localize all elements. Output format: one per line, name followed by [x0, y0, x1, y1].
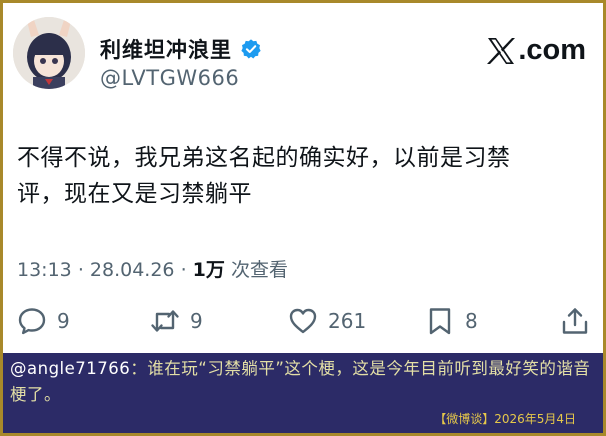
tweet-line: 评，现在又是习禁躺平 [17, 181, 252, 207]
name-row: 利维坦冲浪里 [100, 34, 262, 64]
user-handle[interactable]: @LVTGW666 [100, 66, 239, 90]
tweet-text: 不得不说，我兄弟这名起的确实好，以前是习禁 评，现在又是习禁躺平 [17, 140, 592, 212]
reply-button[interactable]: 9 [17, 306, 70, 336]
tweet-time[interactable]: 13:13 [17, 259, 72, 281]
repost-button[interactable]: 9 [150, 306, 203, 336]
avatar[interactable] [13, 17, 85, 89]
repost-icon [151, 310, 179, 332]
reply-icon [18, 308, 46, 335]
verified-badge-icon [241, 39, 261, 59]
avatar-image [13, 17, 85, 89]
brand-text: .com [518, 34, 586, 66]
action-bar: 9 9 261 8 [17, 306, 592, 336]
bookmark-count: 8 [465, 309, 478, 333]
tweet-meta: 13:13 · 28.04.26 · 1万 次查看 [17, 255, 288, 282]
x-logo-icon [487, 37, 516, 64]
tweet-line: 不得不说，我兄弟这名起的确实好，以前是习禁 [17, 145, 511, 171]
footer-tag: 【微博谈】2026年5月4日 [434, 412, 576, 426]
bookmark-button[interactable]: 8 [425, 306, 478, 336]
bookmark-icon [429, 308, 451, 335]
share-icon [562, 308, 588, 334]
like-button[interactable]: 261 [288, 306, 366, 336]
views-label: 次查看 [230, 259, 288, 281]
display-name[interactable]: 利维坦冲浪里 [100, 34, 232, 64]
heart-icon [289, 308, 317, 334]
caption-text: @angle71766：谁在玩“习禁躺平”这个梗，这是今年目前听到最好笑的谐音梗… [10, 356, 600, 408]
meta-separator: · [77, 259, 90, 281]
caption-handle[interactable]: @angle71766 [10, 359, 130, 378]
like-count: 261 [328, 309, 367, 333]
meta-separator: · [180, 259, 193, 281]
tweet-date[interactable]: 28.04.26 [90, 259, 175, 281]
views-count: 1万 [192, 259, 225, 281]
reply-count: 9 [57, 309, 70, 333]
repost-count: 9 [190, 309, 203, 333]
share-button[interactable] [560, 306, 590, 336]
brand-logo: .com [486, 34, 586, 67]
